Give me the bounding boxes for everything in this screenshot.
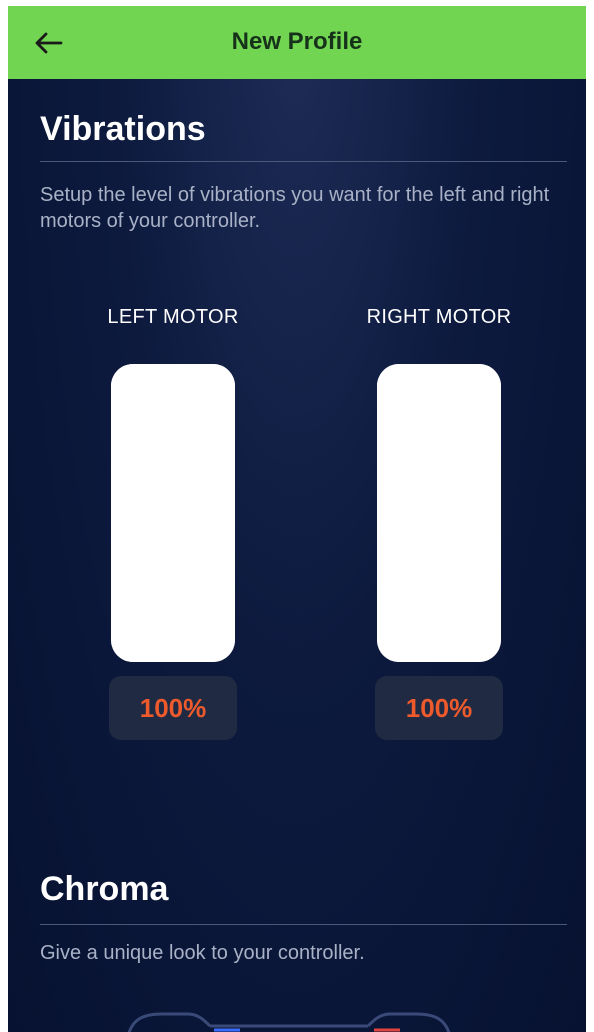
app-screen: New Profile Vibrations Setup the level o… (8, 6, 586, 1032)
vibrations-title: Vibrations (40, 110, 206, 148)
vibrations-divider (40, 161, 567, 162)
left-motor-label: LEFT MOTOR (107, 306, 239, 328)
chroma-title: Chroma (40, 870, 169, 908)
right-motor-value: 100% (375, 676, 503, 740)
app-header: New Profile (8, 6, 586, 79)
vibrations-description: Setup the level of vibrations you want f… (40, 184, 550, 232)
left-motor-slider[interactable] (111, 364, 235, 662)
controller-preview (127, 1012, 451, 1032)
right-motor-slider-fill (377, 364, 501, 662)
right-motor-slider[interactable] (377, 364, 501, 662)
left-motor-value: 100% (109, 676, 237, 740)
left-motor-slider-fill (111, 364, 235, 662)
right-motor-label: RIGHT MOTOR (366, 306, 512, 328)
chroma-divider (40, 924, 567, 925)
chroma-description: Give a unique look to your controller. (40, 942, 365, 964)
header-title: New Profile (231, 28, 363, 55)
